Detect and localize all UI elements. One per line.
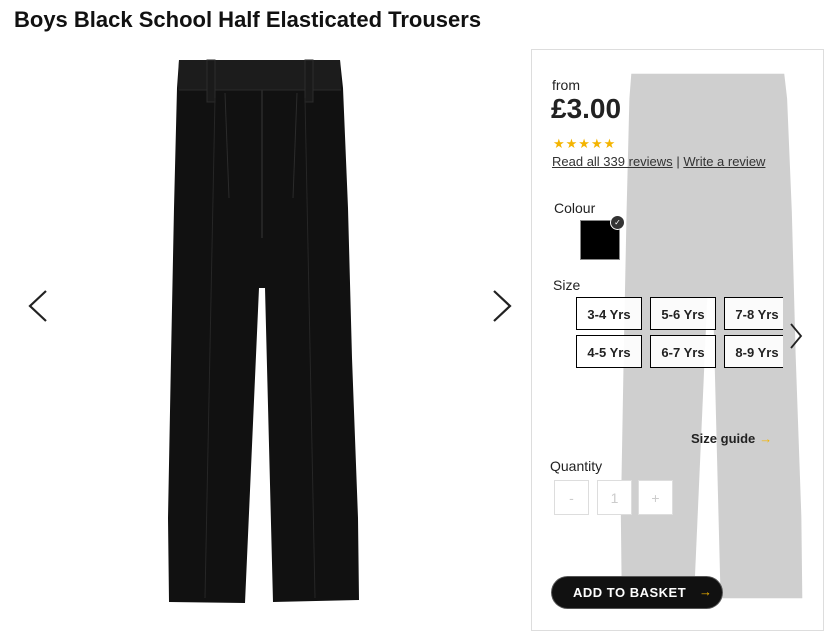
chevron-right-icon	[790, 323, 803, 349]
size-label: Size	[553, 277, 581, 293]
arrow-right-icon: →	[699, 584, 713, 599]
size-option[interactable]: 4-5 Yrs	[576, 335, 642, 368]
size-guide-link[interactable]: Size guide →	[691, 431, 772, 446]
colour-swatch-black[interactable]: ✓	[580, 215, 625, 260]
write-review-link[interactable]: Write a review	[683, 154, 765, 169]
chevron-left-icon	[28, 290, 47, 322]
page-title: Boys Black School Half Elasticated Trous…	[14, 7, 482, 32]
size-options: 3-4 Yrs 5-6 Yrs 7-8 Yrs 4-5 Yrs 6-7 Yrs …	[576, 297, 783, 373]
quantity-increase-button[interactable]: +	[638, 480, 673, 515]
add-to-basket-label: ADD TO BASKET	[573, 585, 687, 600]
colour-label: Colour	[554, 200, 596, 216]
product-image-gallery	[0, 48, 530, 611]
size-option[interactable]: 8-9 Yrs	[724, 335, 783, 368]
price: £3.00	[551, 93, 622, 124]
rating-stars: ★★★★★	[553, 136, 617, 151]
reviews-links: Read all 339 reviews | Write a review	[552, 154, 765, 169]
size-option[interactable]: 7-8 Yrs	[724, 297, 783, 330]
quantity-input[interactable]: 1	[597, 480, 632, 515]
quantity-label: Quantity	[550, 458, 603, 474]
checkmark-icon: ✓	[610, 215, 625, 230]
size-option[interactable]: 3-4 Yrs	[576, 297, 642, 330]
gallery-next-button[interactable]	[482, 281, 522, 331]
quantity-decrease-button[interactable]: -	[554, 480, 589, 515]
arrow-right-icon: →	[759, 431, 773, 446]
add-to-basket-button[interactable]: ADD TO BASKET →	[552, 577, 722, 608]
reviews-separator: |	[676, 154, 680, 169]
read-reviews-link[interactable]: Read all 339 reviews	[552, 154, 673, 169]
size-guide-label: Size guide	[691, 431, 756, 446]
size-option[interactable]: 5-6 Yrs	[650, 297, 716, 330]
chevron-right-icon	[493, 290, 512, 322]
size-option[interactable]: 6-7 Yrs	[650, 335, 716, 368]
price-from-label: from	[552, 77, 580, 93]
size-next-button[interactable]	[786, 320, 806, 352]
product-image	[168, 59, 359, 603]
gallery-prev-button[interactable]	[18, 281, 58, 331]
product-details-panel: from £3.00 ★★★★★ Read all 339 reviews | …	[531, 49, 824, 631]
